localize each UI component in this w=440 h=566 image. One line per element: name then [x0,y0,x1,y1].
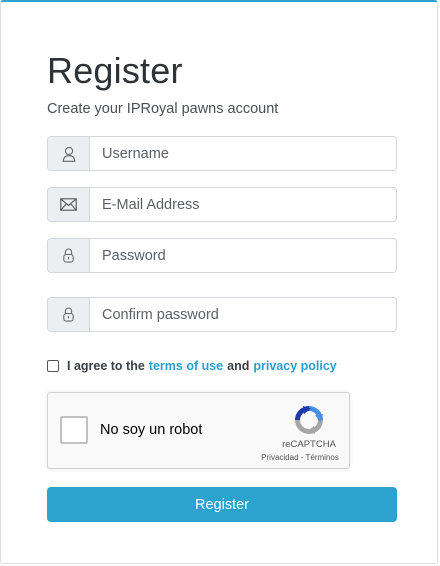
email-input[interactable] [90,188,396,221]
register-button[interactable]: Register [47,487,397,522]
privacy-policy-link[interactable]: privacy policy [253,359,336,373]
password-input[interactable] [90,239,396,272]
recaptcha-links[interactable]: Privacidad - Términos [248,453,352,462]
envelope-icon [48,188,90,221]
confirm-password-field [47,297,397,332]
recaptcha-widget: No soy un robot reCAPTCHA Privacidad - T… [47,392,350,469]
register-card: Register Create your IPRoyal pawns accou… [0,0,438,564]
lock-icon [48,239,90,272]
terms-of-use-link[interactable]: terms of use [149,359,223,373]
page-title: Register [47,50,183,91]
email-field [47,187,397,222]
recaptcha-checkbox[interactable] [60,416,88,444]
agreement-conjunction: and [227,359,250,373]
recaptcha-brand: reCAPTCHA [282,439,336,450]
page-subtitle: Create your IPRoyal pawns account [47,101,279,117]
recaptcha-label: No soy un robot [100,422,203,438]
agreement-prefix: I agree to the [67,359,145,373]
password-field [47,238,397,273]
username-field [47,136,397,171]
lock-icon [48,298,90,331]
username-input[interactable] [90,137,396,170]
confirm-password-input[interactable] [90,298,396,331]
recaptcha-logo-icon [292,403,326,437]
user-icon [48,137,90,170]
agreement-row: I agree to the terms of use and privacy … [47,359,341,373]
agree-checkbox[interactable] [47,360,59,372]
